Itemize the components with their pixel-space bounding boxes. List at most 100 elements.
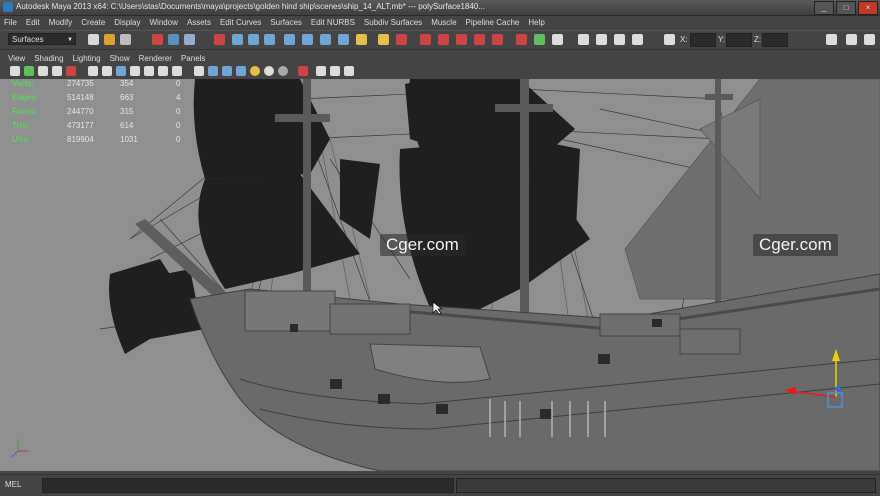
select-component-icon[interactable] [184,34,195,45]
snap-grid-icon[interactable] [232,34,243,45]
menu-edit-nurbs[interactable]: Edit NURBS [311,18,355,27]
close-button[interactable]: × [858,1,878,15]
hud-value: 0 [176,135,181,144]
channel-box-icon[interactable] [846,34,857,45]
safe-title-icon[interactable] [172,66,182,76]
attribute-editor-icon[interactable] [534,34,545,45]
hud-toggle-icon[interactable] [344,66,354,76]
lock-icon[interactable] [378,34,389,45]
hud-row-tris: Tris: 473177 614 0 [12,121,202,135]
z-input[interactable] [762,33,788,47]
menu-window[interactable]: Window [150,18,178,27]
transform-icon[interactable] [632,34,643,45]
grid-toggle-icon[interactable] [88,66,98,76]
menu-edit-curves[interactable]: Edit Curves [220,18,261,27]
construction-history-icon[interactable] [338,34,349,45]
menu-muscle[interactable]: Muscle [431,18,456,27]
xray-icon[interactable] [298,66,308,76]
panel-menu-show[interactable]: Show [110,54,130,63]
menu-display[interactable]: Display [114,18,140,27]
film-gate-icon[interactable] [102,66,112,76]
camera-attributes-icon[interactable] [24,66,34,76]
hypershade-icon[interactable] [474,34,485,45]
minimize-button[interactable]: _ [814,1,834,15]
ambient-occlusion-icon[interactable] [278,66,288,76]
ipr-render-icon[interactable] [438,34,449,45]
x-input[interactable] [690,33,716,47]
hud-value: 514148 [67,93,94,102]
image-plane-icon[interactable] [52,66,62,76]
new-scene-icon[interactable] [88,34,99,45]
select-object-icon[interactable] [168,34,179,45]
absolute-transform-icon[interactable] [664,34,675,45]
window-title: Autodesk Maya 2013 x64: C:\Users\stas\Do… [16,2,485,11]
textured-icon[interactable] [236,66,246,76]
pick-mask-icon[interactable] [214,34,225,45]
layer-editor-icon[interactable] [864,34,875,45]
hud-row-faces: Faces: 244770 315 0 [12,107,202,121]
command-input[interactable] [42,478,454,493]
camera-select-icon[interactable] [10,66,20,76]
wireframe-on-shaded-icon[interactable] [222,66,232,76]
modeling-toolkit-icon[interactable] [578,34,589,45]
menu-pipeline-cache[interactable]: Pipeline Cache [466,18,520,27]
snap-view-plane-icon[interactable] [284,34,295,45]
hud-label: Faces: [12,107,38,116]
use-all-lights-icon[interactable] [250,66,260,76]
snap-point-icon[interactable] [264,34,275,45]
x-label: X: [680,35,688,44]
field-chart-icon[interactable] [144,66,154,76]
save-scene-icon[interactable] [120,34,131,45]
poly-count-hud: Verts: 274735 354 0 Edges: 514148 663 4 … [12,79,202,149]
select-hierarchy-icon[interactable] [152,34,163,45]
render-view-icon[interactable] [492,34,503,45]
hud-value: 1031 [120,135,138,144]
isolate-select-icon[interactable] [316,66,326,76]
y-input[interactable] [726,33,752,47]
mel-language-toggle[interactable]: MEL [5,480,21,489]
safe-action-icon[interactable] [158,66,168,76]
panel-menu-shading[interactable]: Shading [34,54,63,63]
sidebar-toggle-icon[interactable] [826,34,837,45]
open-scene-icon[interactable] [104,34,115,45]
xray-joints-icon[interactable] [330,66,340,76]
hud-label: Edges: [12,93,39,102]
menu-surfaces[interactable]: Surfaces [270,18,302,27]
history-icon[interactable] [320,34,331,45]
menu-set-selector[interactable]: Surfaces ▼ [8,33,76,45]
shadows-icon[interactable] [264,66,274,76]
menu-file[interactable]: File [4,18,17,27]
perspective-viewport[interactable]: Verts: 274735 354 0 Edges: 514148 663 4 … [0,79,880,471]
menu-assets[interactable]: Assets [187,18,211,27]
magnet-icon[interactable] [396,34,407,45]
menu-subdiv-surfaces[interactable]: Subdiv Surfaces [364,18,422,27]
smooth-shade-icon[interactable] [208,66,218,76]
menu-create[interactable]: Create [81,18,105,27]
2d-pan-zoom-icon[interactable] [66,66,76,76]
tool-settings-icon[interactable] [552,34,563,45]
checkbox-grid-icon[interactable] [614,34,625,45]
hud-value: 4 [176,93,181,102]
panel-menu-renderer[interactable]: Renderer [139,54,172,63]
menu-modify[interactable]: Modify [49,18,73,27]
wireframe-icon[interactable] [194,66,204,76]
grid-icon[interactable] [596,34,607,45]
channel-box-toggle-icon[interactable] [516,34,527,45]
snap-curve-icon[interactable] [248,34,259,45]
make-live-icon[interactable] [302,34,313,45]
resolution-gate-icon[interactable] [116,66,126,76]
command-result-field [456,478,876,493]
panel-menu-view[interactable]: View [8,54,25,63]
panel-menu-lighting[interactable]: Lighting [73,54,101,63]
menu-help[interactable]: Help [528,18,544,27]
bookmark-icon[interactable] [38,66,48,76]
hud-value: 819904 [67,135,94,144]
gate-mask-icon[interactable] [130,66,140,76]
input-output-icon[interactable] [356,34,367,45]
render-frame-icon[interactable] [420,34,431,45]
render-settings-icon[interactable] [456,34,467,45]
panel-menu-panels[interactable]: Panels [181,54,205,63]
maximize-button[interactable]: □ [836,1,856,15]
status-line: Surfaces ▼ X: Y: Z: [0,30,880,50]
menu-edit[interactable]: Edit [26,18,40,27]
